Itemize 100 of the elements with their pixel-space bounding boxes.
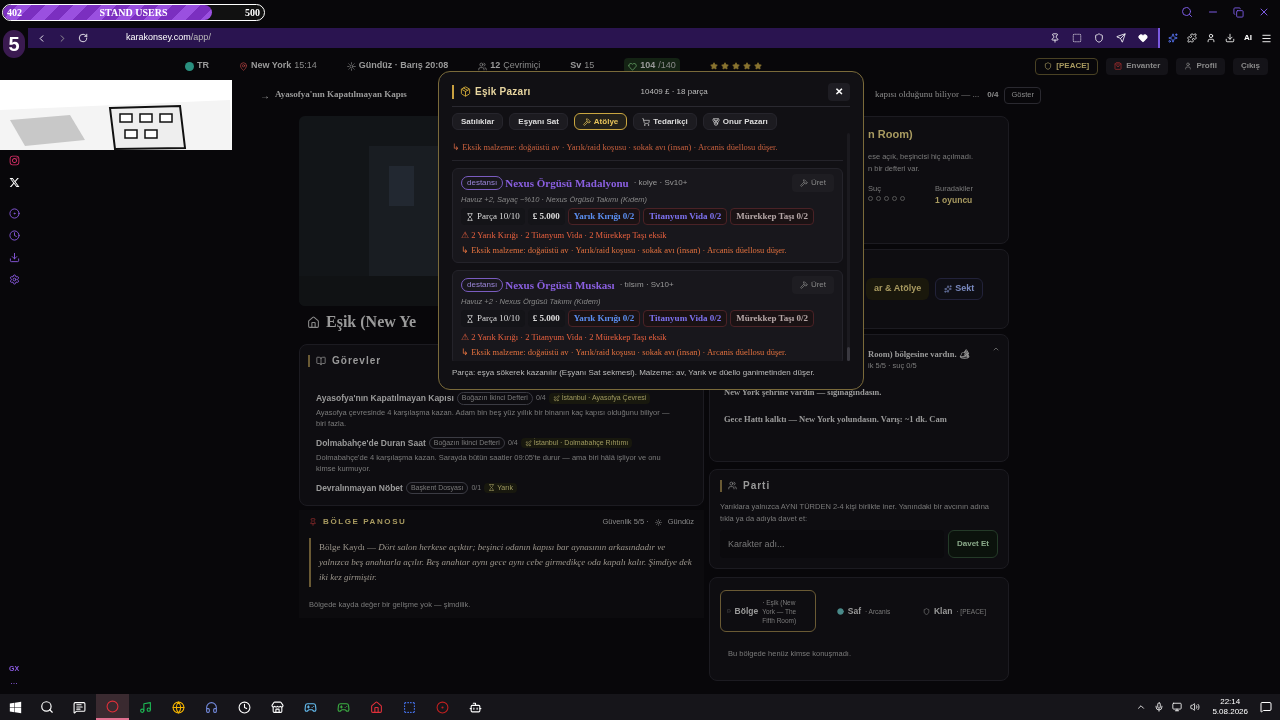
shard-chip: Parça 10/10 <box>461 208 525 226</box>
stat-value: 1 oyuncu <box>935 193 973 207</box>
region-record: Bölge Kaydı — Dört salon herkese açıktır; beşinci odanın kapısı bar aynasının arkasındadır ve yalnızca beş anahtarla açılır. Beş anahtar aynı gece aynı cebe girmedikçe oda kapalı kalır. Şimdiye dek iki kez girmiştir. <box>319 541 693 584</box>
section-title: Parti <box>743 479 771 493</box>
start-icon[interactable] <box>9 700 22 714</box>
user-icon <box>1184 62 1193 70</box>
header-label: TR <box>197 59 209 73</box>
menu-icon[interactable] <box>1261 32 1272 44</box>
region-heading: n Room) <box>868 127 914 142</box>
missing-hint: ↳ Eksik malzeme: doğaüstü av · Yarık/raid koşusu · sokak avı (insan) · Arcanis düellosu düşer. <box>461 345 788 359</box>
header-button[interactable]: [PEACE] <box>1035 57 1099 75</box>
quest-summary: kapısı olduğunu biliyor — ... <box>875 88 980 102</box>
material-chip: Titanyum Vida 0/2 <box>643 208 728 226</box>
extension-icon[interactable] <box>1168 33 1178 43</box>
wallet-summary: 10409 £ · 18 parça <box>640 85 708 98</box>
header-value: 15:14 <box>294 59 317 73</box>
section-title: Görevler <box>332 354 382 368</box>
ai-button[interactable]: AI <box>1244 32 1252 44</box>
microphone-icon[interactable] <box>1154 702 1165 712</box>
region-title: Eşik (New Ye <box>326 312 417 333</box>
header-button[interactable]: Profil <box>1176 57 1225 75</box>
x-icon[interactable] <box>8 177 20 188</box>
browser-logo[interactable]: 5 <box>3 30 25 58</box>
close-icon[interactable] <box>1258 6 1270 18</box>
instagram-icon[interactable] <box>8 155 20 166</box>
tray-caret-icon[interactable] <box>1136 702 1147 712</box>
item-name: Nexus Örgüsü Muskası <box>505 277 615 293</box>
market-tab[interactable]: Atölye <box>573 113 628 130</box>
price-chip: £ 5.000 <box>527 310 565 327</box>
craft-button[interactable]: Üret <box>791 174 834 192</box>
quest-title: Devralınmayan Nöbet <box>316 481 403 495</box>
header-label: Sv <box>570 59 582 73</box>
restore-icon[interactable] <box>1233 6 1244 18</box>
search-icon[interactable] <box>40 700 54 714</box>
market-icon <box>460 86 471 97</box>
sect-button[interactable]: Sekt <box>935 278 984 300</box>
market-tab[interactable]: Satılıklar <box>452 113 504 130</box>
section-title: BÖLGE PANOSU <box>323 516 407 528</box>
missing-hint: ↳ Eksik malzeme: doğaüstü av · Yarık/raid koşusu · sokak avı (insan) · Arcanis düellosu düşer. <box>452 142 778 152</box>
header-value: Çevrimiçi <box>503 59 541 73</box>
hourglass-icon <box>466 314 474 323</box>
profile-icon[interactable] <box>1206 33 1216 43</box>
people-icon <box>478 61 488 71</box>
missing-warning: ⚠ 2 Yarık Kırığı · 2 Titanyum Vida · 2 Mürekkep Taşı eksik <box>461 229 668 242</box>
header-label: 12 <box>490 59 501 73</box>
accent-bar <box>452 84 454 99</box>
material-chip: Mürekkep Taşı 0/2 <box>730 208 815 226</box>
plane-icon <box>524 439 532 447</box>
volume-icon[interactable] <box>1190 702 1201 712</box>
header-value: /140 <box>658 59 676 73</box>
network-icon[interactable] <box>1172 702 1183 712</box>
circle-dot-icon[interactable] <box>8 208 20 219</box>
settings-icon[interactable] <box>8 274 20 285</box>
plane-icon <box>552 394 560 402</box>
material-chip: Titanyum Vida 0/2 <box>643 310 728 327</box>
hourglass-icon <box>466 212 474 221</box>
hammer-icon <box>799 179 808 187</box>
item-type: · tılsım · Sv10+ <box>619 278 674 291</box>
clock-time[interactable]: 22:14 <box>1220 697 1241 707</box>
header-button[interactable]: Envanter <box>1106 57 1169 75</box>
address-bar[interactable]: karakonsey.com/app/ <box>28 28 1160 48</box>
bar-title: STAND USERS <box>99 5 168 20</box>
feed-message: Gece Hattı kalktı — New York yolundasın. Varış: ~1 dk. Cam <box>724 414 948 426</box>
craft-button[interactable]: ar & Atölye <box>866 278 930 300</box>
feed-message: Room) bölgesine vardın. 🏕 <box>868 349 971 360</box>
clock-date[interactable]: 5.08.2026 <box>1212 707 1248 717</box>
material-chip: Mürekkep Taşı 0/2 <box>730 310 815 327</box>
puzzle-icon[interactable] <box>1187 33 1197 43</box>
material-chip: Yarık Kırığı 0/2 <box>567 310 641 327</box>
shard-chip: Parça 10/10 <box>461 310 525 327</box>
invite-button[interactable]: Davet Et <box>948 530 998 558</box>
hourglass-icon <box>488 484 496 492</box>
arrow-icon: → <box>260 87 270 103</box>
quest-title: Dolmabahçe'de Duran Saat <box>316 436 426 450</box>
hammer-icon <box>799 280 808 289</box>
heart-icon <box>628 61 638 71</box>
clock-icon[interactable] <box>8 230 20 241</box>
header-label: 104 <box>640 59 656 73</box>
download-icon[interactable] <box>8 252 20 263</box>
material-chip: Yarık Kırığı 0/2 <box>567 208 641 226</box>
market-tab[interactable]: Tedarikçi <box>633 113 697 130</box>
header-button[interactable]: Çıkış <box>1232 57 1268 75</box>
scroll-up-icon[interactable] <box>992 345 1000 353</box>
sun-icon <box>346 61 356 71</box>
character-name-field[interactable]: Karakter adı... <box>720 530 944 558</box>
item-name: Nexus Örgüsü Madalyonu <box>505 175 629 191</box>
sun-icon <box>654 518 662 526</box>
notifications-icon[interactable] <box>1260 701 1272 713</box>
more-menu[interactable]: ... <box>10 674 18 688</box>
missing-warning: ⚠ 2 Yarık Kırığı · 2 Titanyum Vida · 2 Mürekkep Taşı eksik <box>461 331 668 344</box>
craft-button[interactable]: Üret <box>791 275 834 294</box>
dialog-note: Parça: eşya sökerek kazanılır (Eşyanı Sat sekmesi). Malzeme: av, Yarık ve düello ganimetinden düşer. <box>452 367 816 379</box>
cart-icon <box>642 117 651 126</box>
hammer-icon <box>582 117 591 126</box>
download-icon[interactable] <box>1225 33 1235 43</box>
dialog-title: Eşik Pazarı <box>475 85 531 99</box>
shield-icon <box>922 607 930 615</box>
market-tab[interactable]: Eşyanı Sat <box>509 113 568 130</box>
market-tab[interactable]: Onur Pazarı <box>702 113 777 130</box>
close-button[interactable]: ✕ <box>828 82 850 101</box>
